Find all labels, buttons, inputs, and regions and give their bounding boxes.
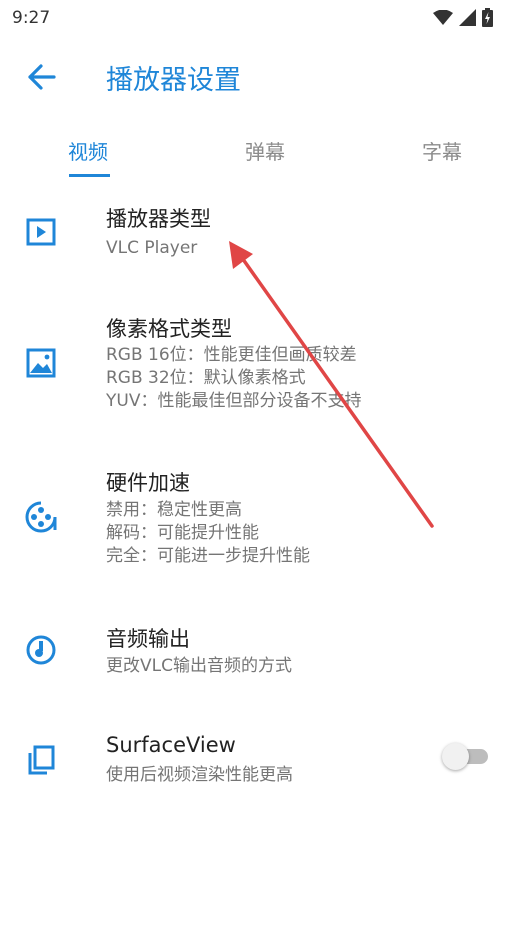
surfaceview-toggle[interactable]: [442, 743, 490, 770]
setting-description: 使用后视频渲染性能更高: [106, 765, 293, 785]
setting-player-type[interactable]: 播放器类型 VLC Player: [0, 195, 531, 285]
image-icon: [26, 348, 56, 378]
tab-danmaku[interactable]: 弹幕: [245, 136, 285, 165]
toggle-knob: [442, 743, 469, 770]
setting-title: 硬件加速: [106, 471, 190, 495]
status-time: 9:27: [12, 8, 51, 28]
setting-title: SurfaceView: [106, 733, 236, 757]
film-reel-icon: [25, 501, 57, 533]
setting-pixel-format[interactable]: 像素格式类型 RGB 16位：性能更佳但画质较差 RGB 32位：默认像素格式 …: [0, 306, 531, 436]
setting-description: 更改VLC输出音频的方式: [106, 656, 292, 676]
setting-description: 禁用：稳定性更高 解码：可能提升性能 完全：可能进一步提升性能: [106, 500, 310, 566]
setting-title: 音频输出: [106, 627, 190, 651]
setting-surfaceview[interactable]: SurfaceView 使用后视频渲染性能更高: [0, 725, 531, 800]
setting-hardware-acceleration[interactable]: 硬件加速 禁用：稳定性更高 解码：可能提升性能 完全：可能进一步提升性能: [0, 460, 531, 585]
tab-subtitle[interactable]: 字幕: [422, 136, 462, 165]
tab-indicator: [69, 174, 110, 177]
setting-description: RGB 16位：性能更佳但画质较差 RGB 32位：默认像素格式 YUV：性能最…: [106, 345, 362, 411]
setting-title: 像素格式类型: [106, 317, 232, 341]
copy-layers-icon: [28, 745, 55, 775]
app-bar: 播放器设置: [0, 36, 531, 120]
audio-output-icon: [26, 635, 56, 665]
setting-audio-output[interactable]: 音频输出 更改VLC输出音频的方式: [0, 615, 531, 695]
setting-value: VLC Player: [106, 238, 198, 258]
status-icons: [433, 8, 493, 27]
setting-title: 播放器类型: [106, 207, 211, 231]
signal-icon: [459, 9, 476, 26]
status-bar: 9:27: [0, 0, 531, 36]
back-arrow-icon[interactable]: [24, 60, 58, 94]
tab-video[interactable]: 视频: [68, 136, 108, 165]
wifi-icon: [433, 9, 453, 25]
tab-bar: 视频 弹幕 字幕: [0, 120, 531, 178]
page-title: 播放器设置: [106, 65, 241, 96]
battery-icon: [482, 8, 493, 27]
play-box-icon: [26, 218, 56, 246]
